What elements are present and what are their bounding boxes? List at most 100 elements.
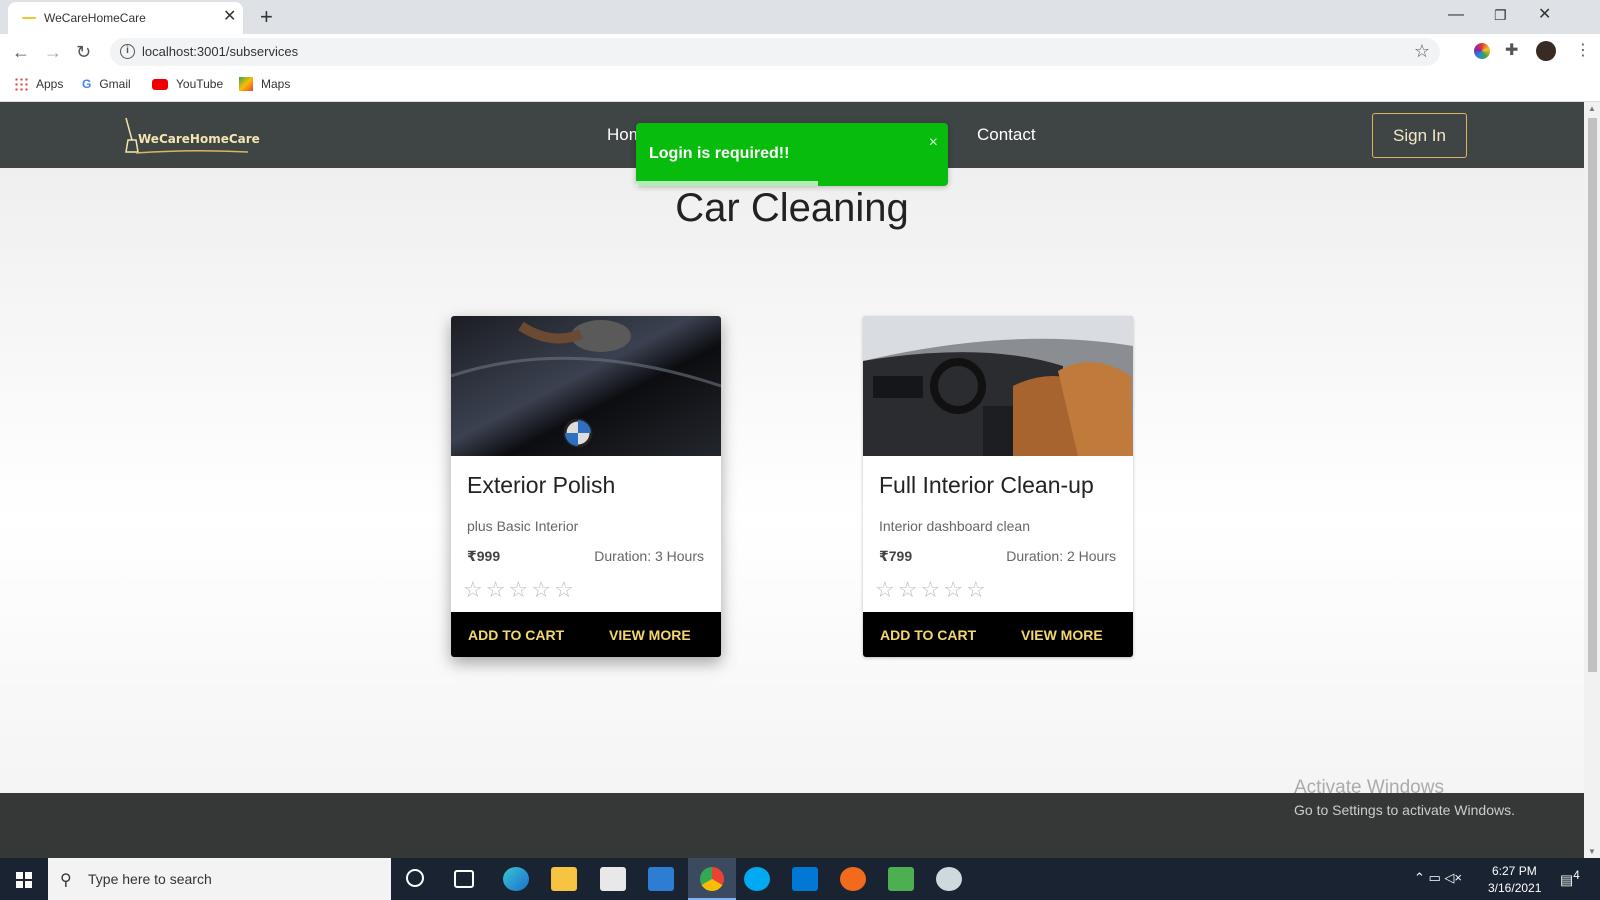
address-bar[interactable]: i localhost:3001/subservices ☆ [110,38,1440,66]
file-explorer-icon[interactable] [551,867,577,891]
star-icon[interactable]: ☆ [943,579,963,601]
card-title: Exterior Polish [467,472,616,498]
clock-date[interactable]: 3/16/2021 [1488,881,1541,895]
new-tab-icon[interactable]: + [260,4,273,30]
activate-windows-subtitle: Go to Settings to activate Windows. [1294,802,1515,818]
web-page: WeCareHomeCare Hom Contact Sign In Login… [0,102,1584,858]
windows-taskbar: ⚲ Type here to search ⌃ ▭ ◁× 6:27 PM 3/1… [0,858,1600,900]
window-close-icon[interactable]: ✕ [1538,5,1551,25]
mail-icon[interactable] [648,867,674,891]
tab-title: WeCareHomeCare [44,11,146,25]
nav-contact-link[interactable]: Contact [977,125,1036,145]
logo-underline [136,149,248,154]
star-icon[interactable]: ☆ [898,579,918,601]
star-icon[interactable]: ☆ [508,579,528,601]
activate-windows-title: Activate Windows [1294,777,1444,798]
clock-time[interactable]: 6:27 PM [1492,864,1537,878]
spreadsheet-icon[interactable] [888,867,914,891]
maps-pin-icon [239,77,253,91]
task-view-icon[interactable] [454,870,474,888]
toast-close-icon[interactable]: × [929,134,938,152]
profile-avatar[interactable] [1536,41,1556,61]
apps-grid-icon [14,77,28,91]
app-icon[interactable] [936,867,962,891]
scroll-down-icon[interactable]: ▼ [1588,847,1596,856]
extensions-puzzle-icon[interactable]: ✚ [1505,40,1518,60]
bookmark-apps[interactable]: Apps [14,77,63,91]
star-icon[interactable]: ☆ [920,579,940,601]
star-icon[interactable]: ☆ [554,579,574,601]
sign-in-button[interactable]: Sign In [1372,113,1467,158]
star-rating[interactable]: ☆ ☆ ☆ ☆ ☆ [463,579,574,601]
page-scrollbar[interactable]: ▲ ▼ [1584,102,1600,858]
forward-icon[interactable]: → [44,40,62,64]
site-logo[interactable]: WeCareHomeCare [118,116,260,156]
card-actions: ADD TO CART VIEW MORE [451,612,721,657]
store-icon[interactable] [600,867,626,891]
color-extension-icon[interactable] [1474,43,1490,59]
windows-start-icon[interactable] [16,872,32,888]
login-required-toast[interactable]: Login is required!! × [636,123,948,186]
scroll-up-icon[interactable]: ▲ [1588,104,1596,113]
scroll-thumb[interactable] [1588,118,1597,672]
restore-icon[interactable]: ❐ [1494,5,1507,25]
browser-toolbar: ← → ↻ i localhost:3001/subservices ☆ ✚ ⋮ [0,34,1600,70]
chrome-icon [700,867,724,891]
notification-icon[interactable]: ▤4 [1560,869,1580,889]
add-to-cart-button[interactable]: ADD TO CART [880,627,976,643]
close-tab-icon[interactable]: ✕ [223,8,236,26]
notification-count: 4 [1573,869,1580,882]
card-duration: Duration: 2 Hours [1006,548,1116,564]
reload-icon[interactable]: ↻ [76,40,91,64]
view-more-button[interactable]: VIEW MORE [1021,627,1103,643]
toast-progress-bar [636,181,818,186]
card-duration: Duration: 3 Hours [594,548,704,564]
bookmarks-bar: Apps G Gmail YouTube Maps [0,70,1600,102]
browser-tab-strip: WeCareHomeCare ✕ + — ❐ ✕ [0,0,1600,34]
logo-text: WeCareHomeCare [138,132,260,146]
postman-icon[interactable] [840,867,866,891]
chrome-taskbar-button[interactable] [688,858,736,900]
search-placeholder: Type here to search [88,871,212,887]
google-icon: G [82,77,92,91]
add-to-cart-button[interactable]: ADD TO CART [468,627,564,643]
search-icon: ⚲ [60,872,72,889]
bookmark-maps[interactable]: Maps [239,77,290,91]
menu-dots-icon[interactable]: ⋮ [1575,40,1591,60]
star-icon[interactable]: ☆ [486,579,506,601]
star-icon[interactable]: ☆ [966,579,986,601]
card-price: ₹999 [467,548,501,564]
vscode-icon[interactable] [792,867,818,891]
system-tray-icons[interactable]: ⌃ ▭ ◁× [1414,870,1462,886]
card-actions: ADD TO CART VIEW MORE [863,612,1133,657]
card-subtitle: Interior dashboard clean [879,518,1030,534]
view-more-button[interactable]: VIEW MORE [609,627,691,643]
service-card: Exterior Polish plus Basic Interior ₹999… [451,316,721,657]
edge-icon[interactable] [503,867,529,891]
minimize-icon[interactable]: — [1448,5,1464,25]
star-icon[interactable]: ☆ [531,579,551,601]
favicon-icon [22,17,36,19]
toast-message: Login is required!! [649,145,790,162]
card-price: ₹799 [879,548,913,564]
info-icon[interactable]: i [120,44,135,59]
bookmark-star-icon[interactable]: ☆ [1414,41,1430,62]
skype-icon[interactable] [744,867,770,891]
youtube-icon [152,78,168,90]
bookmark-youtube[interactable]: YouTube [152,77,223,91]
star-rating[interactable]: ☆ ☆ ☆ ☆ ☆ [875,579,986,601]
page-title: Car Cleaning [675,186,909,230]
service-card: Full Interior Clean-up Interior dashboar… [863,316,1133,657]
back-icon[interactable]: ← [12,40,30,64]
taskbar-search[interactable]: ⚲ Type here to search [48,858,391,900]
url-text[interactable]: localhost:3001/subservices [142,44,298,59]
card-subtitle: plus Basic Interior [467,518,579,534]
cortana-icon[interactable] [406,869,424,887]
bookmark-gmail[interactable]: G Gmail [82,77,131,91]
browser-tab[interactable]: WeCareHomeCare ✕ [8,2,243,34]
car-polish-photo [451,316,721,456]
star-icon[interactable]: ☆ [463,579,483,601]
star-icon[interactable]: ☆ [875,579,895,601]
card-title: Full Interior Clean-up [879,472,1094,498]
car-interior-photo [863,316,1133,456]
